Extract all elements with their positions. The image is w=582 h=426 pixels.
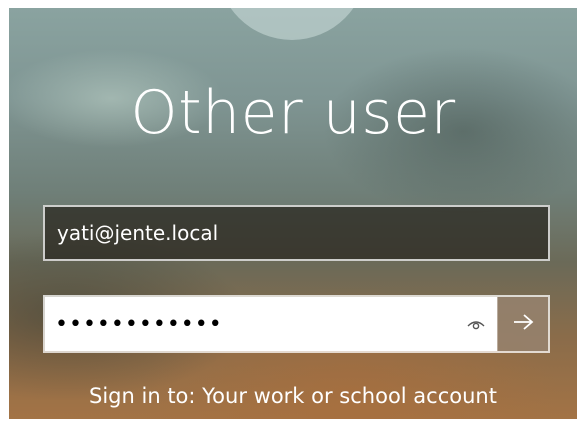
password-row: •••••••••••• bbox=[43, 295, 550, 353]
username-value: yati@jente.local bbox=[57, 221, 219, 245]
page-title: Other user bbox=[130, 78, 456, 148]
username-field[interactable]: yati@jente.local bbox=[43, 205, 550, 261]
sign-in-to-text: Sign in to: Your work or school account bbox=[89, 384, 497, 408]
login-frame: Other user yati@jente.local •••••••••••• bbox=[0, 0, 582, 426]
password-field[interactable]: •••••••••••• bbox=[45, 297, 497, 351]
lock-screen-background: Other user yati@jente.local •••••••••••• bbox=[9, 8, 577, 419]
submit-button[interactable] bbox=[497, 297, 548, 351]
eye-icon[interactable] bbox=[467, 317, 485, 331]
user-avatar bbox=[217, 8, 367, 40]
password-masked-value: •••••••••••• bbox=[55, 311, 223, 337]
arrow-right-icon bbox=[512, 313, 534, 336]
